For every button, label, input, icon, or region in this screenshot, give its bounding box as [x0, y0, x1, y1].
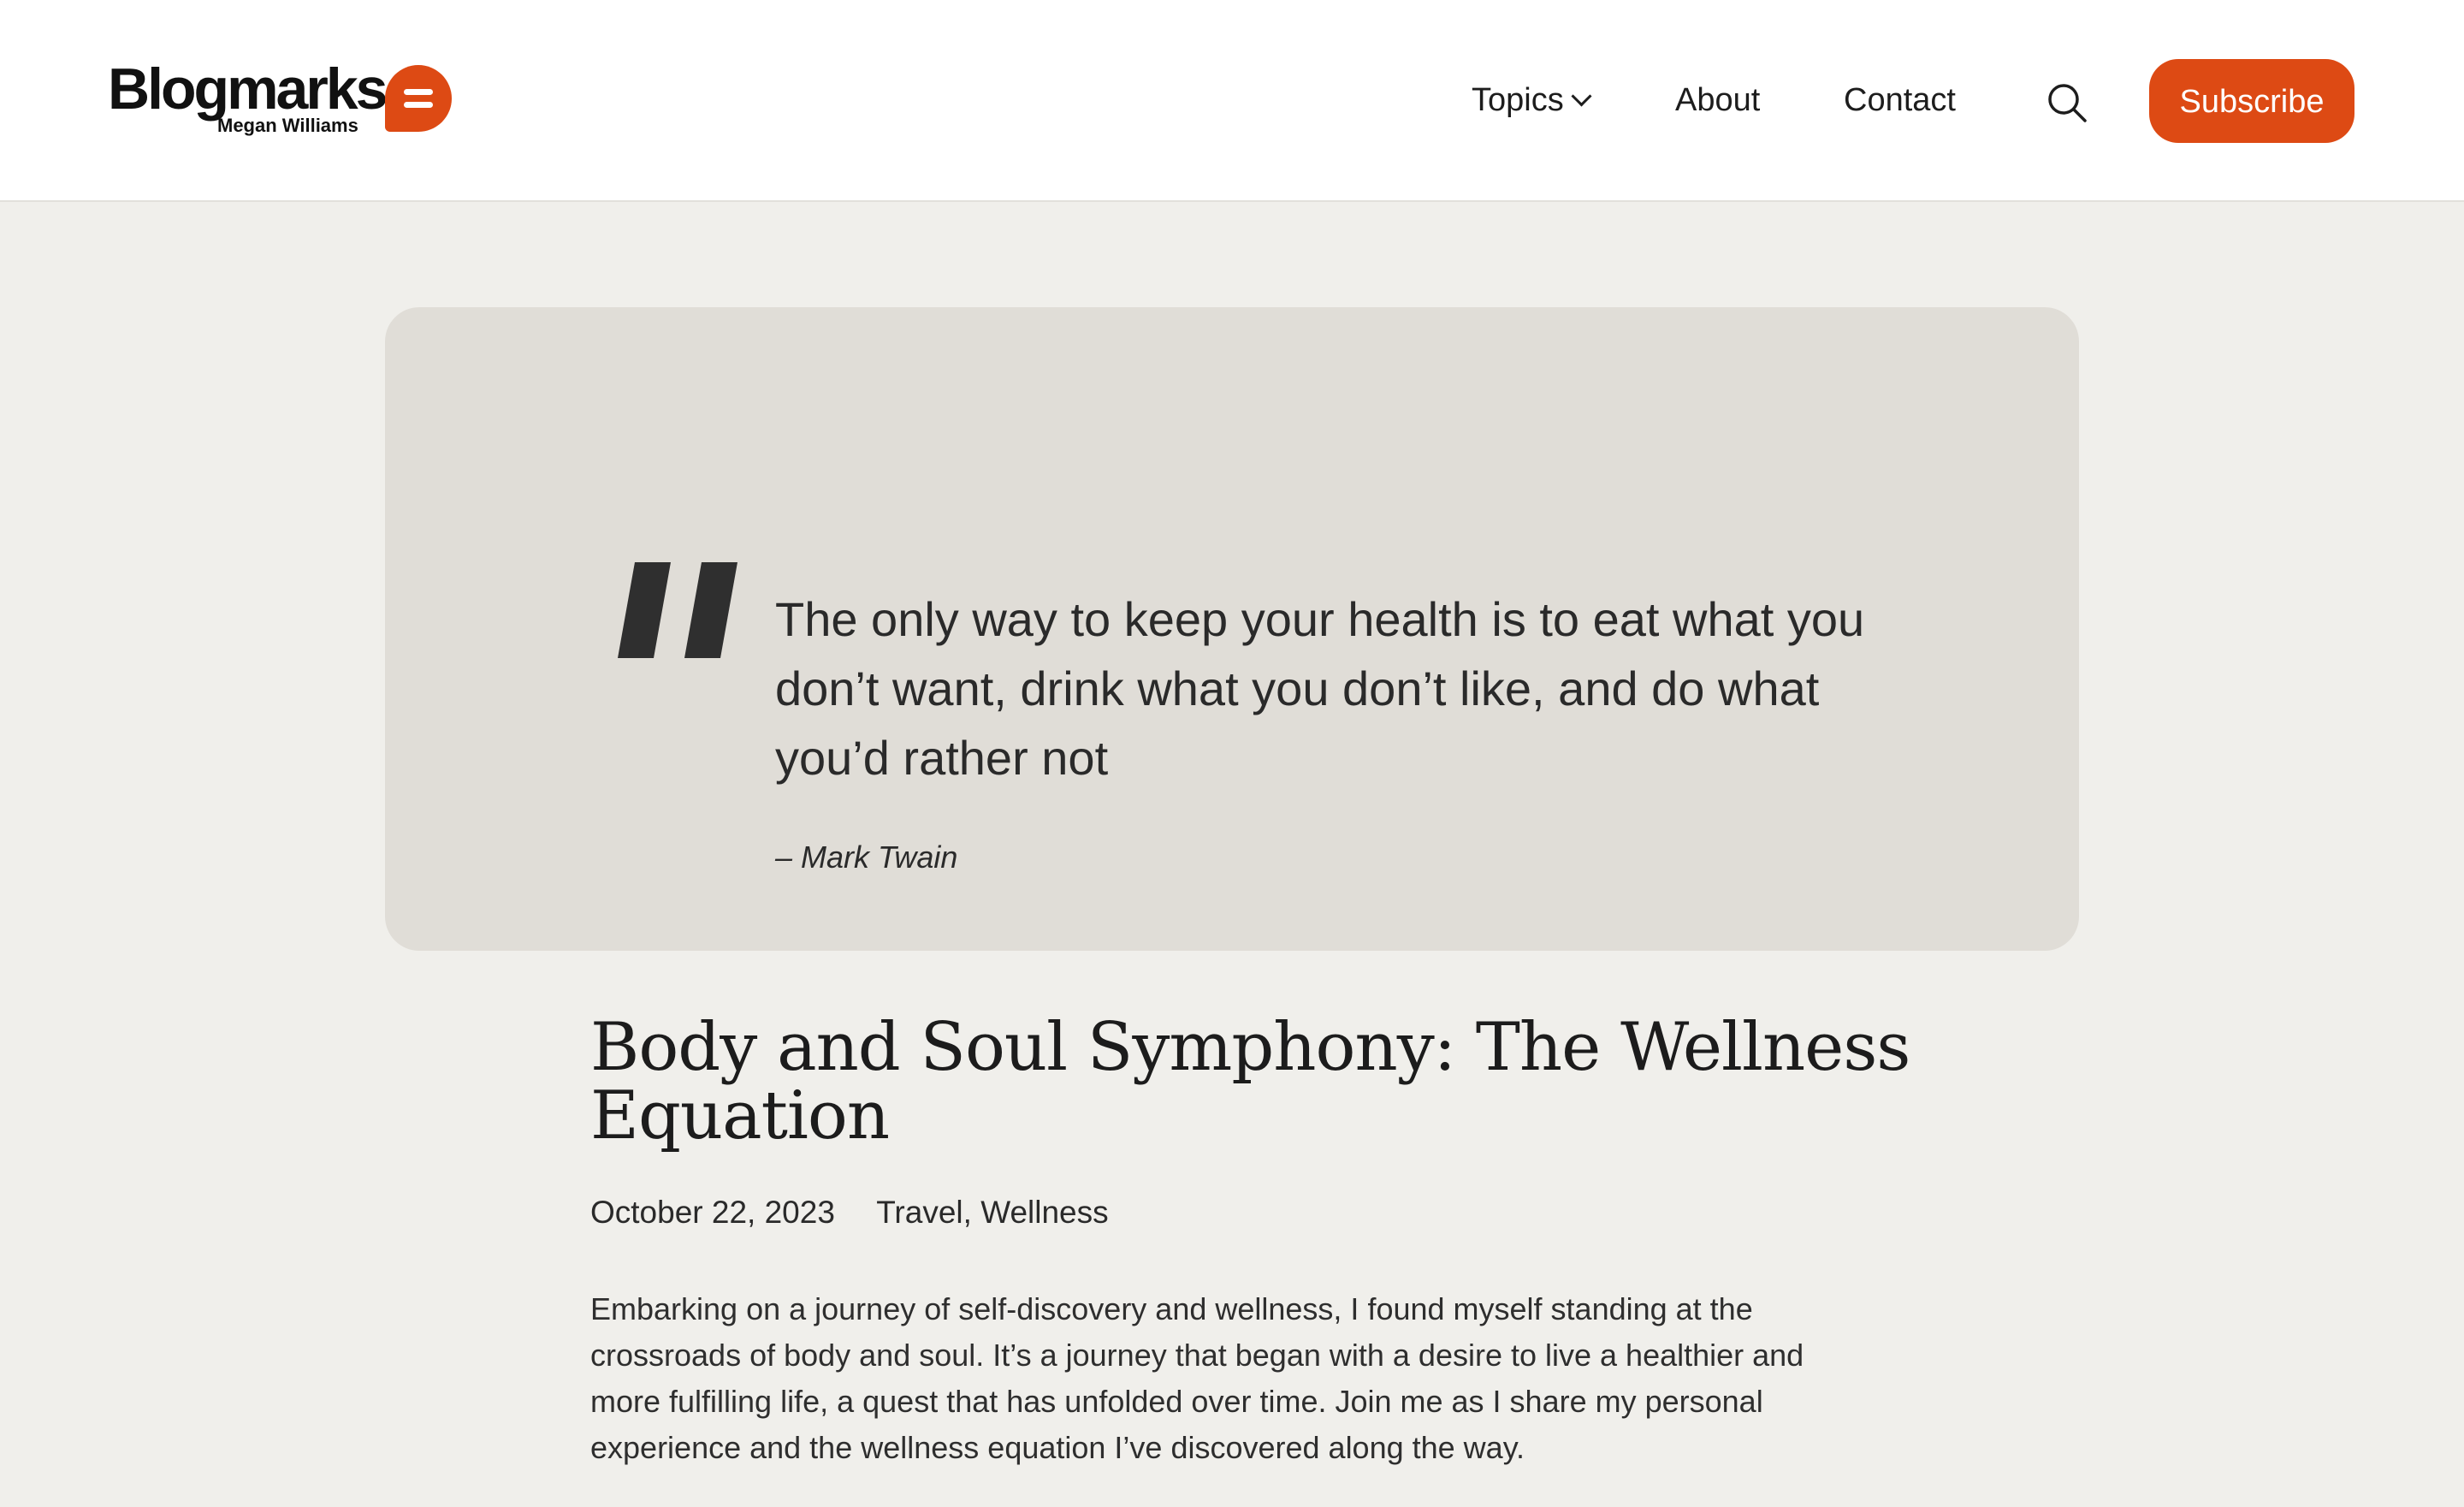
post-categories: Travel, Wellness [876, 1195, 1108, 1230]
post-meta: October 22, 2023 Travel, Wellness [590, 1191, 1109, 1234]
site-header: Blogmarks Megan Williams Topics About Co… [0, 0, 2464, 202]
logo-mark-icon [385, 65, 452, 132]
quote-mark-icon [618, 562, 737, 658]
search-icon [2048, 84, 2087, 122]
nav-topics-label: Topics [1472, 82, 1564, 118]
nav-about[interactable]: About [1675, 80, 1760, 120]
category-link-travel[interactable]: Travel [876, 1195, 962, 1230]
logo-name: Blogmarks [108, 56, 388, 122]
post-title[interactable]: Body and Soul Symphony: The Wellness Equ… [590, 1013, 1959, 1150]
nav-contact[interactable]: Contact [1844, 80, 1956, 120]
logo-mark-bar [404, 102, 433, 108]
subscribe-button[interactable]: Subscribe [2149, 59, 2354, 143]
quote-card: The only way to keep your health is to e… [385, 307, 2079, 951]
search-button[interactable] [2045, 80, 2089, 125]
logo-author: Megan Williams [217, 115, 358, 136]
nav-topics[interactable]: Topics [1472, 80, 1592, 120]
chevron-down-icon [1571, 86, 1592, 107]
quote-text: The only way to keep your health is to e… [775, 592, 1865, 785]
category-link-wellness[interactable]: Wellness [980, 1195, 1108, 1230]
post-excerpt: Embarking on a journey of self-discovery… [590, 1291, 1804, 1465]
quote-author: – Mark Twain [775, 840, 958, 875]
logo-mark-bar [404, 89, 433, 95]
post-date: October 22, 2023 [590, 1195, 835, 1230]
category-separator: , [962, 1195, 972, 1230]
